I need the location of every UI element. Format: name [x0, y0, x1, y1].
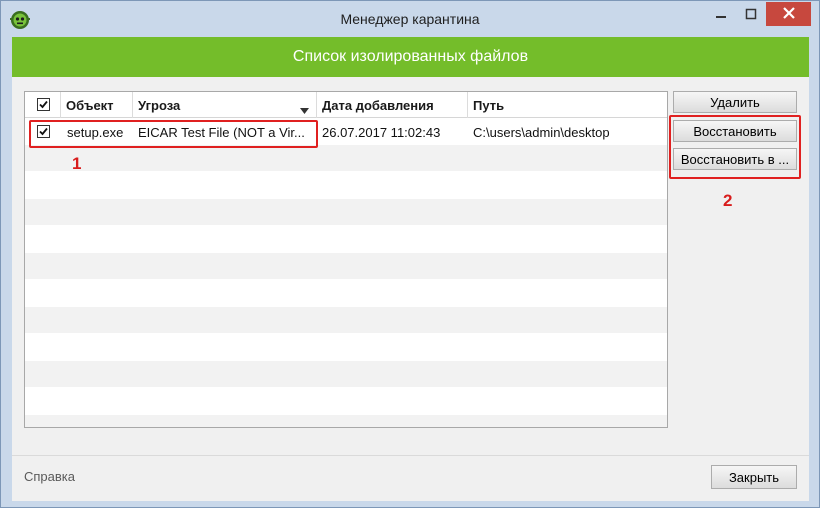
empty-row	[25, 361, 667, 387]
minimize-button[interactable]	[706, 3, 736, 27]
column-label-date: Дата добавления	[322, 97, 434, 113]
empty-row	[25, 145, 667, 171]
close-button[interactable]: Закрыть	[711, 465, 797, 489]
delete-button[interactable]: Удалить	[673, 91, 797, 113]
empty-row	[25, 415, 667, 427]
column-header-object[interactable]: Объект	[61, 92, 133, 118]
sort-down-icon	[300, 102, 309, 117]
checkmark-icon	[39, 100, 48, 109]
empty-row	[25, 334, 667, 360]
empty-row	[25, 199, 667, 225]
window-title: Менеджер карантина	[340, 11, 480, 27]
maximize-button[interactable]	[736, 3, 766, 27]
annotation-marker-2: 2	[723, 191, 733, 210]
column-label-path: Путь	[473, 97, 505, 113]
column-header-path[interactable]: Путь	[468, 92, 667, 118]
title-bar[interactable]: Менеджер карантина	[1, 1, 819, 37]
annotation-marker-1: 1	[72, 154, 82, 173]
restore-label: Восстановить	[693, 123, 777, 139]
column-header-threat[interactable]: Угроза	[133, 92, 317, 118]
empty-row	[25, 172, 667, 198]
quarantine-table: Объект Угроза Дата добавления Путь setup…	[24, 91, 668, 428]
column-label-object: Объект	[66, 97, 114, 113]
close-label: Закрыть	[728, 469, 780, 485]
close-window-button[interactable]	[766, 2, 811, 26]
section-header: Список изолированных файлов	[12, 37, 809, 77]
restore-to-label: Восстановить в ...	[680, 151, 790, 167]
empty-row	[25, 280, 667, 306]
quarantine-window: Менеджер карантина Список изолированных …	[0, 0, 820, 508]
maximize-icon	[745, 8, 757, 23]
footer-divider	[12, 455, 809, 456]
empty-row	[25, 226, 667, 252]
close-icon	[782, 6, 796, 23]
cell-path: C:\users\admin\desktop	[473, 124, 610, 140]
delete-label: Удалить	[710, 94, 760, 110]
restore-to-button[interactable]: Восстановить в ...	[673, 148, 797, 170]
restore-button[interactable]: Восстановить	[673, 120, 797, 142]
empty-row	[25, 307, 667, 333]
section-title: Список изолированных файлов	[292, 48, 529, 65]
cell-date: 26.07.2017 11:02:43	[322, 124, 441, 140]
client-area: Список изолированных файлов Объект Угроз…	[12, 37, 809, 501]
minimize-icon	[715, 8, 727, 23]
column-header-date[interactable]: Дата добавления	[317, 92, 468, 118]
column-label-threat: Угроза	[138, 97, 181, 113]
header-select-all[interactable]	[25, 92, 61, 118]
empty-row	[25, 388, 667, 414]
empty-row	[25, 253, 667, 279]
table-header: Объект Угроза Дата добавления Путь	[25, 92, 667, 118]
highlight-box-1	[29, 120, 318, 148]
help-link[interactable]: Справка	[24, 469, 75, 484]
select-all-checkbox[interactable]	[37, 98, 50, 111]
